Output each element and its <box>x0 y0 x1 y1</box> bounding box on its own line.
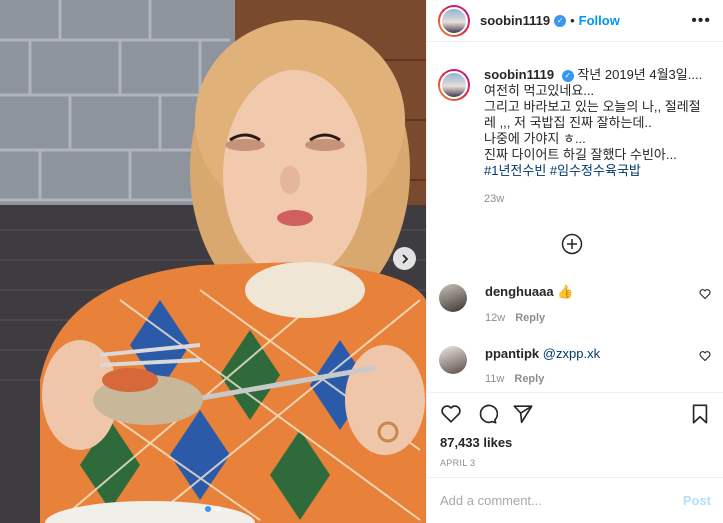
avatar[interactable] <box>438 69 470 101</box>
comment-composer: Post <box>426 477 723 523</box>
like-heart-icon[interactable] <box>440 403 462 425</box>
post-header: soobin1119 ✓ • Follow ••• <box>427 0 723 42</box>
comment-mention[interactable]: @zxpp.xk <box>543 346 600 361</box>
caption: soobin1119 ✓ 작년 2019년 4월3일.... 여전히 먹고있네요… <box>427 67 723 207</box>
comment-bubble-icon[interactable] <box>476 403 498 425</box>
load-more-comments-button[interactable] <box>561 233 583 258</box>
caption-line: 진짜 다이어트 하길 잘했다 수빈아... <box>484 147 677 162</box>
like-comment-heart-icon[interactable] <box>699 288 711 300</box>
caption-body: soobin1119 ✓ 작년 2019년 4월3일.... 여전히 먹고있네요… <box>484 67 711 207</box>
author-username[interactable]: soobin1119 <box>480 13 550 28</box>
comment-body: ppantipk @zxpp.xk 11w Reply <box>485 346 711 385</box>
comment: denghuaaa 👍 12w Reply <box>439 284 711 324</box>
avatar[interactable] <box>438 4 470 37</box>
separator-dot: • <box>570 13 575 28</box>
reply-button[interactable]: Reply <box>514 373 544 385</box>
comment-meta: 11w Reply <box>485 373 711 385</box>
caption-hashtags[interactable]: #1년전수빈 #임수정수육국밥 <box>484 163 641 178</box>
comment-timestamp[interactable]: 12w <box>485 312 505 324</box>
comments-section: soobin1119 ✓ 작년 2019년 4월3일.... 여전히 먹고있네요… <box>427 67 723 207</box>
caption-line: 작년 2019년 4월3일.... <box>577 67 703 82</box>
caption-line: 여전히 먹고있네요... <box>484 83 595 98</box>
caption-username[interactable]: soobin1119 <box>484 67 554 82</box>
comment-timestamp[interactable]: 11w <box>485 373 504 385</box>
carousel-indicator <box>0 506 426 512</box>
comment-username[interactable]: denghuaaa <box>485 284 554 299</box>
verified-badge-icon: ✓ <box>561 69 574 82</box>
comment-text: 👍 <box>557 284 574 299</box>
likes-count[interactable]: 87,433 likes <box>440 435 711 450</box>
post-date[interactable]: April 3 <box>440 458 711 468</box>
comment-meta: 12w Reply <box>485 312 711 324</box>
follow-button[interactable]: Follow <box>579 13 620 28</box>
carousel-dot <box>205 506 211 512</box>
like-comment-heart-icon[interactable] <box>699 350 711 362</box>
plus-circle-icon <box>561 233 583 255</box>
share-paper-plane-icon[interactable] <box>512 403 534 425</box>
post-actions: 87,433 likes April 3 <box>426 392 723 468</box>
verified-badge-icon: ✓ <box>554 14 567 27</box>
caption-timestamp[interactable]: 23w <box>484 191 711 207</box>
chevron-right-icon <box>401 253 408 264</box>
avatar-image <box>440 6 468 35</box>
avatar-image <box>440 71 468 99</box>
avatar[interactable] <box>439 346 467 374</box>
post-media[interactable] <box>0 0 426 523</box>
reply-button[interactable]: Reply <box>515 312 545 324</box>
add-comment-input[interactable] <box>440 493 683 508</box>
save-bookmark-icon[interactable] <box>689 403 711 425</box>
avatar[interactable] <box>439 284 467 312</box>
post-comment-button[interactable]: Post <box>683 493 711 508</box>
post-photo <box>0 0 426 523</box>
caption-line: 그리고 바라보고 있는 오늘의 나,, 절레절레 ,,, 저 국밥집 진짜 잘하… <box>484 99 701 130</box>
comment-username[interactable]: ppantipk <box>485 346 539 361</box>
comment-body: denghuaaa 👍 12w Reply <box>485 284 711 324</box>
action-icons-row <box>440 403 711 425</box>
carousel-dot <box>215 506 221 512</box>
caption-line: 나중에 가야지 ㅎ... <box>484 131 586 146</box>
instagram-post: soobin1119 ✓ • Follow ••• soobin1119 ✓ 작… <box>0 0 723 523</box>
more-options-icon[interactable]: ••• <box>691 12 711 30</box>
next-slide-button[interactable] <box>393 247 416 270</box>
comment: ppantipk @zxpp.xk 11w Reply <box>439 346 711 385</box>
